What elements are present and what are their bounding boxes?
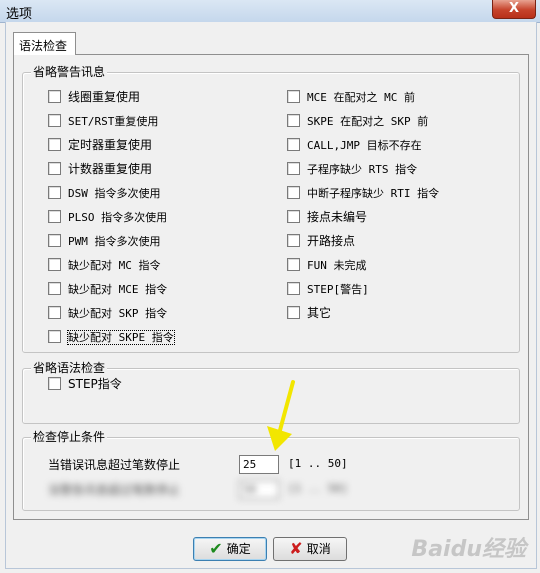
checkbox-step-instruction[interactable]: STEP指令 — [48, 376, 122, 392]
checkbox-box[interactable] — [48, 330, 61, 343]
checkbox-label: 定时器重复使用 — [68, 138, 153, 152]
checkbox-box[interactable] — [48, 162, 61, 175]
checkbox-label: 中断子程序缺少 RTI 指令 — [307, 187, 440, 200]
checkbox-box[interactable] — [48, 90, 61, 103]
checkbox-label: 缺少配对 MCE 指令 — [68, 283, 168, 296]
checkbox-box[interactable] — [48, 306, 61, 319]
checkbox-box[interactable] — [48, 377, 61, 390]
warning-checkbox[interactable]: MCE 在配对之 MC 前 — [287, 89, 415, 105]
checkbox-box[interactable] — [48, 138, 61, 151]
checkbox-label: 线圈重复使用 — [68, 90, 141, 104]
error-limit-input[interactable]: 25 — [239, 455, 279, 474]
error-limit-label: 当错误讯息超过笔数停止 — [48, 458, 181, 472]
warning-limit-range: [1 .. 50] — [288, 482, 348, 495]
checkbox-label: STEP[警告] — [307, 283, 369, 296]
title-bar: 选项 X — [0, 0, 540, 23]
warning-checkbox[interactable]: PLSO 指令多次使用 — [48, 209, 167, 225]
checkbox-label: 子程序缺少 RTS 指令 — [307, 163, 418, 176]
warning-checkbox[interactable]: 中断子程序缺少 RTI 指令 — [287, 185, 439, 201]
checkbox-label: MCE 在配对之 MC 前 — [307, 91, 415, 104]
check-icon: ✔ — [209, 539, 223, 558]
warning-checkbox[interactable]: 缺少配对 MC 指令 — [48, 257, 161, 273]
warning-checkbox[interactable]: SKPE 在配对之 SKP 前 — [287, 113, 428, 129]
checkbox-label: 缺少配对 SKPE 指令 — [67, 330, 175, 345]
checkbox-box[interactable] — [48, 186, 61, 199]
tab-label: 语法检查 — [19, 39, 68, 53]
checkbox-label: STEP指令 — [68, 377, 122, 391]
checkbox-box[interactable] — [48, 210, 61, 223]
tab-syntax-check[interactable]: 语法检查 — [13, 32, 76, 55]
syntax-check-group-legend: 省略语法检查 — [31, 360, 108, 376]
warning-checkbox[interactable]: 开路接点 — [287, 233, 355, 249]
checkbox-box[interactable] — [287, 162, 300, 175]
checkbox-box[interactable] — [287, 234, 300, 247]
stop-conditions-group-legend: 检查停止条件 — [31, 429, 108, 445]
checkbox-box[interactable] — [287, 114, 300, 127]
checkbox-label: 开路接点 — [307, 234, 356, 248]
warning-checkbox[interactable]: 线圈重复使用 — [48, 89, 140, 105]
close-button[interactable]: X — [492, 0, 536, 19]
checkbox-label: FUN 未完成 — [307, 259, 367, 272]
warning-checkbox[interactable]: 缺少配对 MCE 指令 — [48, 281, 167, 297]
checkbox-label: 其它 — [307, 306, 332, 320]
warning-checkbox[interactable]: 其它 — [287, 305, 331, 321]
checkbox-label: 缺少配对 SKP 指令 — [68, 307, 168, 320]
ok-button[interactable]: ✔ 确定 — [193, 537, 267, 561]
warning-checkbox[interactable]: PWM 指令多次使用 — [48, 233, 161, 249]
x-icon: ✘ — [289, 539, 303, 558]
warning-checkbox[interactable]: DSW 指令多次使用 — [48, 185, 161, 201]
checkbox-box[interactable] — [48, 114, 61, 127]
warning-checkbox[interactable]: 定时器重复使用 — [48, 137, 152, 153]
checkbox-box[interactable] — [287, 306, 300, 319]
checkbox-box[interactable] — [287, 210, 300, 223]
ok-button-label: 确定 — [226, 542, 251, 556]
cancel-button-label: 取消 — [306, 542, 331, 556]
checkbox-label: PLSO 指令多次使用 — [68, 211, 168, 224]
annotation-arrow-icon — [267, 380, 295, 451]
checkbox-label: 缺少配对 MC 指令 — [68, 259, 161, 272]
checkbox-box[interactable] — [287, 258, 300, 271]
checkbox-box[interactable] — [287, 90, 300, 103]
cancel-button[interactable]: ✘ 取消 — [273, 537, 347, 561]
warning-checkbox[interactable]: STEP[警告] — [287, 281, 369, 297]
checkbox-label: SET/RST重复使用 — [68, 115, 159, 128]
warning-checkbox[interactable]: 缺少配对 SKPE 指令 — [48, 329, 175, 345]
window-title: 选项 — [6, 7, 33, 22]
checkbox-box[interactable] — [48, 282, 61, 295]
checkbox-label: CALL,JMP 目标不存在 — [307, 139, 422, 152]
checkbox-box[interactable] — [287, 138, 300, 151]
checkbox-box[interactable] — [287, 282, 300, 295]
checkbox-label: SKPE 在配对之 SKP 前 — [307, 115, 429, 128]
checkbox-box[interactable] — [287, 186, 300, 199]
warning-checkbox[interactable]: 缺少配对 SKP 指令 — [48, 305, 167, 321]
checkbox-label: PWM 指令多次使用 — [68, 235, 161, 248]
warning-checkbox[interactable]: FUN 未完成 — [287, 257, 367, 273]
warnings-group-legend: 省略警告讯息 — [31, 64, 108, 80]
warning-checkbox[interactable]: SET/RST重复使用 — [48, 113, 158, 129]
warning-limit-label: 当警告讯息超过笔数停止 — [48, 483, 181, 497]
checkbox-label: DSW 指令多次使用 — [68, 187, 161, 200]
warning-limit-input[interactable]: 50 — [239, 480, 279, 499]
warning-checkbox[interactable]: 子程序缺少 RTS 指令 — [287, 161, 417, 177]
warning-checkbox[interactable]: 计数器重复使用 — [48, 161, 152, 177]
warning-checkbox[interactable]: CALL,JMP 目标不存在 — [287, 137, 422, 153]
watermark: Baidu经验 — [411, 537, 526, 562]
checkbox-box[interactable] — [48, 258, 61, 271]
checkbox-label: 接点未编号 — [307, 210, 368, 224]
checkbox-label: 计数器重复使用 — [68, 162, 153, 176]
error-limit-range: [1 .. 50] — [288, 457, 348, 470]
checkbox-box[interactable] — [48, 234, 61, 247]
warning-checkbox[interactable]: 接点未编号 — [287, 209, 367, 225]
